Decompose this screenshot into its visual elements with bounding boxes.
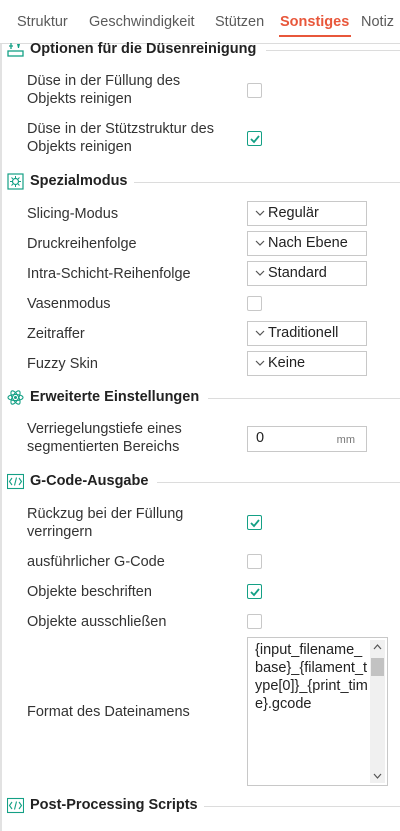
fuzzy-skin-label: Fuzzy Skin: [27, 356, 98, 372]
tab-notiz[interactable]: Notiz: [361, 14, 394, 30]
label-objects-checkbox[interactable]: [247, 584, 262, 599]
exclude-objects-checkbox[interactable]: [247, 614, 262, 629]
verbose-gcode-checkbox[interactable]: [247, 554, 262, 569]
section-special-mode: Spezialmodus: [0, 170, 400, 194]
fuzzy-skin-combo[interactable]: Keine: [247, 351, 367, 376]
intra-layer-order-value: Standard: [268, 265, 327, 281]
slicing-mode-value: Regulär: [268, 205, 319, 221]
filename-format-label: Format des Dateinamens: [27, 704, 190, 720]
reduce-retract-checkbox[interactable]: [247, 515, 262, 530]
interlock-depth-label: Verriegelungstiefe eines segmentierten B…: [27, 421, 182, 455]
section-advanced: Erweiterte Einstellungen: [0, 386, 400, 410]
atom-icon: [7, 390, 24, 405]
scroll-up-icon[interactable]: [370, 640, 385, 654]
textarea-scrollbar[interactable]: [370, 640, 385, 783]
code-icon: [7, 473, 24, 490]
chevron-down-icon: [255, 360, 265, 366]
section-divider: [204, 806, 400, 807]
tab-stuetzen[interactable]: Stützen: [215, 14, 264, 30]
chevron-down-icon: [255, 210, 265, 216]
section-divider: [157, 482, 400, 483]
section-title: Spezialmodus: [30, 173, 128, 189]
label-objects-label: Objekte beschriften: [27, 584, 152, 600]
special-mode-icon: [7, 173, 24, 190]
checkmark-icon: [250, 588, 260, 597]
nozzle-clean-icon: [7, 43, 24, 57]
scrollbar-thumb[interactable]: [371, 658, 384, 676]
vase-mode-label: Vasenmodus: [27, 296, 111, 312]
slicing-mode-combo[interactable]: Regulär: [247, 201, 367, 226]
chevron-down-icon: [255, 330, 265, 336]
print-sequence-value: Nach Ebene: [268, 235, 348, 251]
verbose-gcode-label: ausführlicher G-Code: [27, 554, 165, 570]
section-gcode: G-Code-Ausgabe: [0, 470, 400, 494]
chevron-down-icon: [255, 270, 265, 276]
timelapse-label: Zeitraffer: [27, 326, 85, 342]
section-post-processing: Post-Processing Scripts: [0, 794, 400, 818]
section-divider: [208, 398, 400, 399]
scroll-down-icon[interactable]: [370, 769, 385, 783]
tab-geschwindigkeit[interactable]: Geschwindigkeit: [89, 14, 195, 30]
active-tab-indicator: [279, 35, 351, 37]
reduce-retract-label: Rückzug bei der Füllung verringern: [27, 506, 184, 540]
fuzzy-skin-value: Keine: [268, 355, 306, 371]
interlock-depth-unit: mm: [336, 434, 355, 446]
exclude-objects-label: Objekte ausschließen: [27, 614, 167, 630]
chevron-down-icon: [255, 240, 265, 246]
nozzle-infill-label: Düse in der Füllung des Objekts reinigen: [27, 73, 181, 107]
timelapse-value: Traditionell: [268, 325, 339, 341]
print-sequence-label: Druckreihenfolge: [27, 236, 137, 252]
nozzle-support-label: Düse in der Stützstruktur des Objekts re…: [27, 121, 214, 155]
print-sequence-combo[interactable]: Nach Ebene: [247, 231, 367, 256]
tab-struktur[interactable]: Struktur: [17, 14, 68, 30]
section-title: Post-Processing Scripts: [30, 797, 198, 813]
section-title: Erweiterte Einstellungen: [30, 389, 200, 405]
nozzle-infill-checkbox[interactable]: [247, 83, 262, 98]
filename-format-textarea[interactable]: {input_filename_base}_{filament_type[0]}…: [247, 637, 388, 786]
section-divider: [266, 50, 400, 51]
section-title: G-Code-Ausgabe: [30, 473, 149, 489]
section-nozzle-clean: Optionen für die Düsenreinigung: [0, 38, 400, 62]
section-divider: [134, 182, 400, 183]
interlock-depth-input[interactable]: 0 mm: [247, 426, 367, 452]
intra-layer-order-label: Intra-Schicht-Reihenfolge: [27, 266, 191, 282]
timelapse-combo[interactable]: Traditionell: [247, 321, 367, 346]
intra-layer-order-combo[interactable]: Standard: [247, 261, 367, 286]
checkmark-icon: [250, 519, 260, 528]
code-icon: [7, 797, 24, 814]
vase-mode-checkbox[interactable]: [247, 296, 262, 311]
section-title: Optionen für die Düsenreinigung: [30, 41, 257, 57]
interlock-depth-value: 0: [256, 430, 265, 446]
tab-sonstiges[interactable]: Sonstiges: [280, 14, 349, 30]
nozzle-support-checkbox[interactable]: [247, 131, 262, 146]
slicing-mode-label: Slicing-Modus: [27, 206, 119, 222]
checkmark-icon: [250, 135, 260, 144]
panel-left-border: [0, 44, 2, 831]
filename-format-value: {input_filename_base}_{filament_type[0]}…: [255, 642, 368, 712]
